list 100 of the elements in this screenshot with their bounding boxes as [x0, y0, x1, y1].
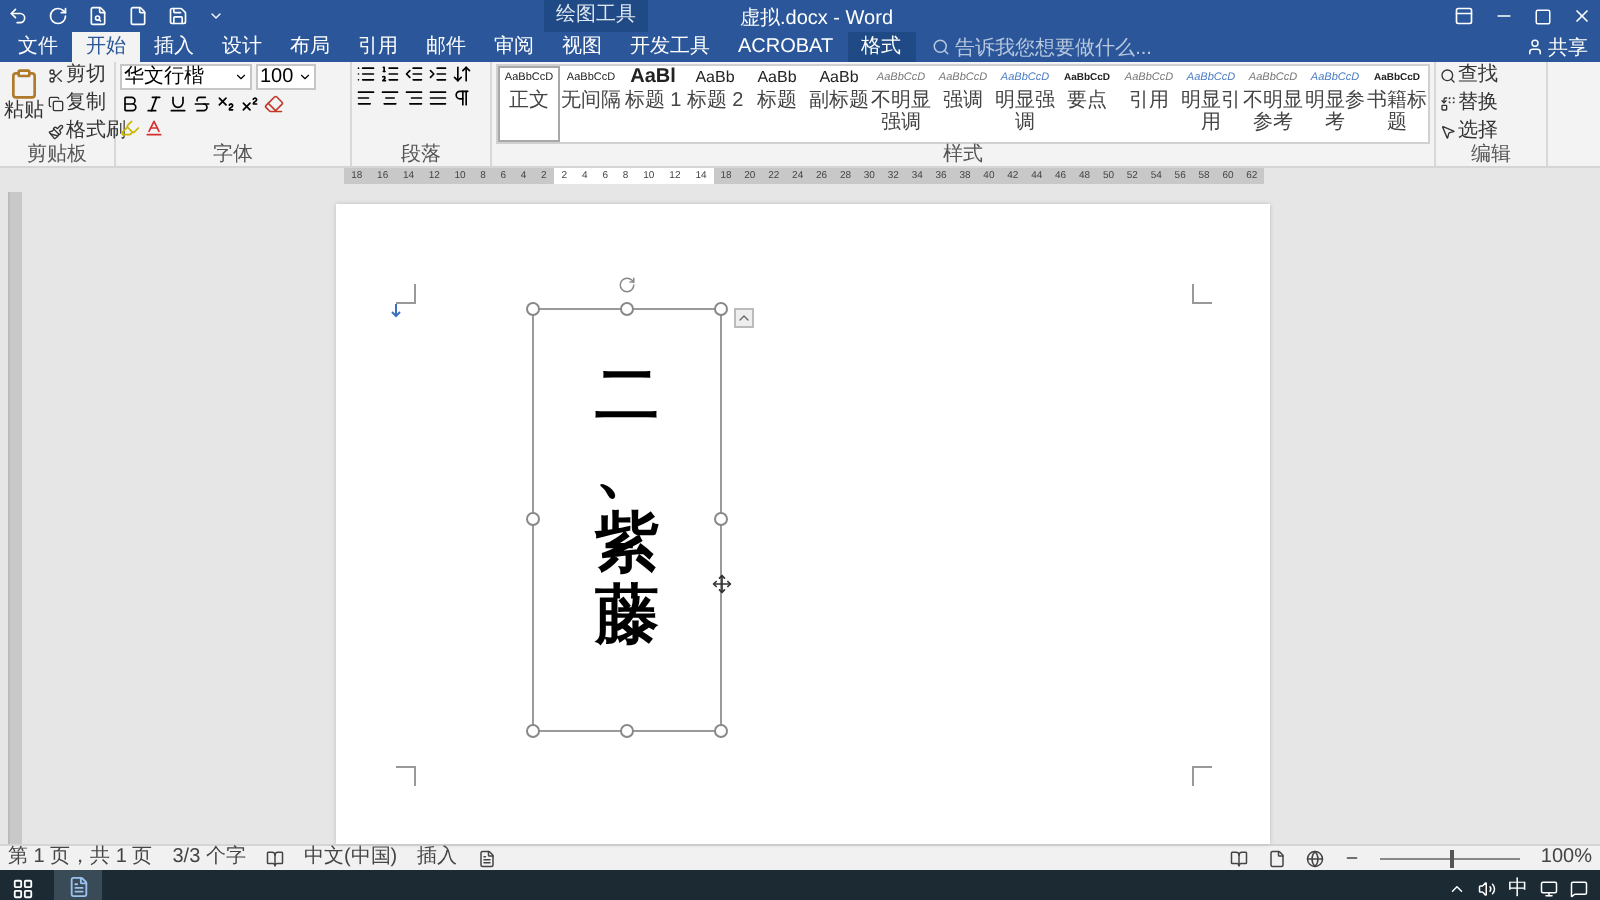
undo-icon[interactable]: [8, 6, 28, 26]
indent-icon[interactable]: [428, 64, 448, 84]
vertical-text: 二、紫藤: [595, 358, 659, 653]
font-size-field[interactable]: 100: [256, 64, 316, 90]
group-label: 字体: [211, 144, 255, 166]
ribbon-tab[interactable]: 开发工具: [616, 32, 724, 62]
print-preview-icon[interactable]: [88, 6, 108, 26]
italic-icon[interactable]: [144, 94, 164, 114]
clipboard-command[interactable]: 格式刷: [48, 120, 126, 144]
new-document-icon[interactable]: [128, 6, 148, 26]
underline-icon[interactable]: [168, 94, 188, 114]
redo-icon[interactable]: [48, 6, 68, 26]
style-option[interactable]: AaBb 副标题: [808, 66, 870, 142]
subscript-icon[interactable]: [216, 94, 236, 114]
resize-handle[interactable]: [714, 302, 728, 316]
caret-icon: [298, 70, 312, 84]
group-label: 样式: [941, 144, 985, 166]
notification-icon[interactable]: [1570, 879, 1588, 897]
resize-handle[interactable]: [620, 302, 634, 316]
input-method-indicator[interactable]: 中: [1508, 874, 1528, 900]
corner-mark: [396, 766, 416, 786]
ribbon-tab[interactable]: 审阅: [480, 32, 548, 62]
font-name-field[interactable]: 华文行楷: [120, 64, 252, 90]
clipboard-command[interactable]: 剪切: [48, 64, 126, 88]
align-left-icon[interactable]: [356, 88, 376, 108]
corner-mark: [1192, 766, 1212, 786]
save-icon[interactable]: [168, 6, 188, 26]
print-layout-icon[interactable]: [1268, 849, 1287, 867]
corner-mark: [1192, 284, 1212, 304]
replace-icon: [1440, 96, 1456, 112]
font-color-icon[interactable]: [144, 118, 164, 138]
bullet-list-icon[interactable]: [356, 64, 376, 84]
read-mode-icon[interactable]: [1230, 849, 1249, 867]
superscript-icon[interactable]: [240, 94, 260, 114]
style-option[interactable]: AaBb 标题: [746, 66, 808, 142]
word-count[interactable]: 3/3 个字: [172, 846, 246, 870]
taskbar-app-button[interactable]: [54, 870, 102, 900]
ribbon-tab[interactable]: 插入: [140, 32, 208, 62]
monitor-icon[interactable]: [1540, 879, 1558, 897]
language-status[interactable]: 中文(中国): [303, 846, 398, 870]
outdent-icon[interactable]: [404, 64, 424, 84]
editing-command[interactable]: 选择: [1440, 120, 1498, 144]
align-center-icon[interactable]: [380, 88, 400, 108]
share-button[interactable]: 共享: [1526, 32, 1588, 62]
ribbon-display-icon[interactable]: [1454, 6, 1474, 26]
zoom-slider-thumb[interactable]: [1450, 849, 1455, 867]
align-right-icon[interactable]: [404, 88, 424, 108]
editing-command[interactable]: 查找: [1440, 64, 1498, 88]
zoom-level[interactable]: 100%: [1540, 846, 1592, 870]
ribbon-tab[interactable]: 开始: [72, 32, 140, 62]
ribbon-tab[interactable]: ACROBAT: [724, 32, 848, 62]
clipboard-command[interactable]: 复制: [48, 92, 126, 116]
page-count[interactable]: 第 1 页，共 1 页: [8, 846, 153, 870]
paragraph-mark-icon[interactable]: [452, 88, 472, 108]
strikethrough-icon[interactable]: [192, 94, 212, 114]
rotate-handle-icon[interactable]: [618, 276, 636, 294]
paintbrush-icon: [48, 124, 64, 140]
ribbon-tab[interactable]: 文件: [4, 32, 72, 62]
resize-handle[interactable]: [526, 724, 540, 738]
group-label: 段落: [399, 144, 443, 166]
ribbon-tab[interactable]: 格式: [847, 32, 916, 62]
resize-handle[interactable]: [526, 302, 540, 316]
insert-mode-status[interactable]: 插入: [417, 846, 458, 870]
maximize-icon[interactable]: [1534, 7, 1552, 25]
document-app-icon: [67, 875, 89, 897]
ribbon-tab[interactable]: 视图: [548, 32, 616, 62]
paste-button[interactable]: 粘贴: [4, 64, 44, 144]
pointer-icon: [1440, 124, 1456, 140]
volume-icon[interactable]: [1478, 879, 1496, 897]
numbered-list-icon[interactable]: [380, 64, 400, 84]
group-label: 编辑: [1469, 144, 1513, 166]
customize-icon[interactable]: [208, 8, 224, 24]
resize-handle[interactable]: [620, 724, 634, 738]
justify-icon[interactable]: [428, 88, 448, 108]
close-icon[interactable]: [1572, 6, 1592, 26]
tell-me-search[interactable]: 告诉我您想要做什么...: [955, 33, 1152, 61]
layout-options-icon[interactable]: [736, 310, 752, 326]
ribbon-tab[interactable]: 设计: [208, 32, 276, 62]
caret-icon: [234, 70, 248, 84]
editing-command[interactable]: 替换: [1440, 92, 1498, 116]
bold-icon[interactable]: [120, 94, 140, 114]
context-group-label: 绘图工具: [544, 0, 648, 32]
clipboard-icon: [8, 68, 40, 100]
window-title: 虚拟.docx - Word: [740, 5, 893, 32]
style-option[interactable]: AaBb 标题 2: [684, 66, 746, 142]
copy-icon: [48, 96, 64, 112]
resize-handle[interactable]: [714, 512, 728, 526]
ribbon-tab[interactable]: 布局: [276, 32, 344, 62]
anchor-icon: [390, 304, 402, 318]
windows-start-icon[interactable]: [12, 877, 34, 899]
ribbon-tab[interactable]: 邮件: [412, 32, 480, 62]
search-icon: [1440, 68, 1456, 84]
sort-icon[interactable]: [452, 64, 472, 84]
scissors-icon: [48, 68, 64, 84]
resize-handle[interactable]: [526, 512, 540, 526]
web-layout-icon[interactable]: [1306, 849, 1325, 867]
style-option[interactable]: AaBl 标题 1: [622, 66, 684, 142]
ribbon-tab[interactable]: 引用: [344, 32, 412, 62]
clear-format-icon[interactable]: [264, 94, 284, 114]
resize-handle[interactable]: [714, 724, 728, 738]
